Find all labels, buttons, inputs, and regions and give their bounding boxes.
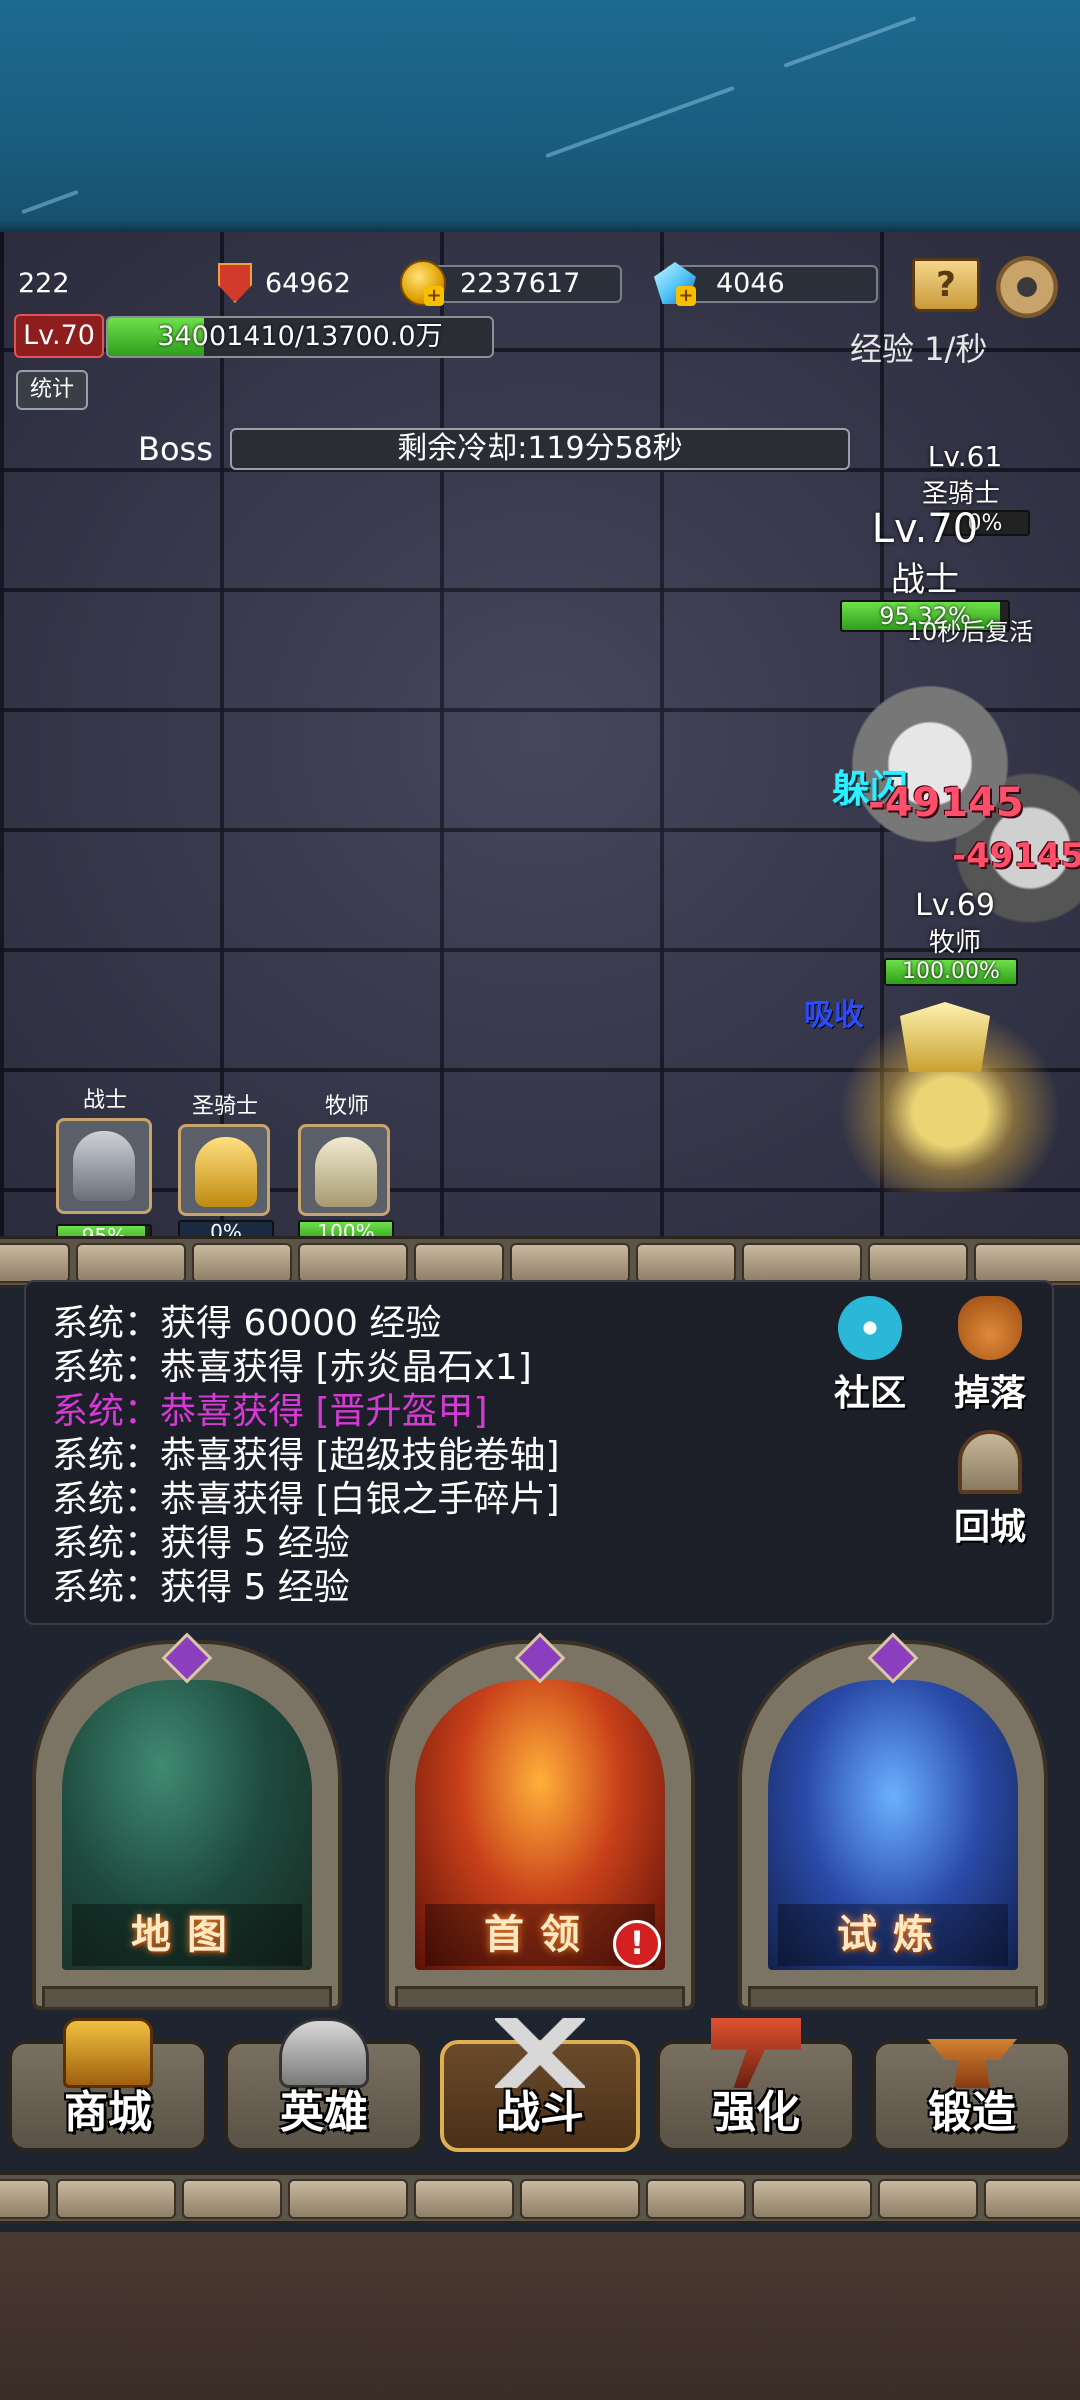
community-button[interactable]: 社区 (820, 1296, 920, 1416)
paladin-level: Lv.61 (927, 440, 1003, 473)
party-warrior-portrait[interactable] (56, 1118, 152, 1214)
tab-forge-label: 锻造 (928, 2087, 1016, 2138)
add-gem-icon[interactable]: + (676, 286, 696, 306)
cross-shield-effect (900, 1002, 990, 1072)
warrior-helmet-icon (73, 1131, 135, 1201)
tab-battle[interactable]: 战斗 (440, 2018, 640, 2152)
player-id: 222 (18, 268, 70, 299)
tab-battle-label: 战斗 (496, 2087, 584, 2138)
boss-cooldown-bar[interactable]: 剩余冷却:119分58秒 (230, 428, 850, 470)
boss-alert-badge: ! (613, 1920, 661, 1968)
gear-icon[interactable] (996, 256, 1058, 318)
party-paladin-portrait[interactable] (178, 1124, 270, 1216)
damage-number-2: -49145 (952, 836, 1080, 876)
stats-button[interactable]: 统计 (16, 370, 88, 410)
gem-value: 4046 (716, 268, 785, 299)
stone-divider-bottom (0, 2172, 1080, 2224)
drops-button[interactable]: 掉落 (940, 1296, 1040, 1416)
battle-scene (0, 232, 1080, 1237)
party-priest-portrait[interactable] (298, 1124, 390, 1216)
priest-level: Lv.69 (915, 888, 995, 923)
log-line: 系统：获得 5 经验 (52, 1567, 350, 1608)
map-card[interactable]: 地图 (32, 1632, 342, 2010)
damage-number-1: -49145 (868, 780, 1024, 826)
party-warrior-name: 战士 (82, 1088, 127, 1113)
tab-shop-label: 商城 (64, 2087, 152, 2138)
return-town-label: 回城 (953, 1507, 1026, 1548)
bottom-floor (0, 2232, 1080, 2400)
paladin-helmet-icon (195, 1137, 257, 1207)
map-label: 地图 (72, 1904, 302, 1966)
power-value: 64962 (265, 268, 351, 299)
tab-enhance[interactable]: 强化 (656, 2018, 856, 2152)
priest-helmet-icon (315, 1137, 377, 1207)
revive-text: 10秒后复活 (906, 618, 1034, 646)
trial-label: 试炼 (778, 1904, 1008, 1966)
absorb-text: 吸收 (804, 998, 864, 1033)
party-priest-name: 牧师 (324, 1094, 369, 1119)
tab-heroes[interactable]: 英雄 (224, 2018, 424, 2152)
exp-rate: 经验 1/秒 (850, 330, 988, 368)
trial-card[interactable]: 试炼 (738, 1632, 1048, 2010)
tab-enhance-label: 强化 (712, 2087, 800, 2138)
tab-forge[interactable]: 锻造 (872, 2039, 1072, 2152)
exp-bar: 34001410/13700.0万 (106, 316, 494, 358)
community-label: 社区 (833, 1373, 906, 1414)
return-town-button[interactable]: 回城 (940, 1430, 1040, 1550)
drops-label: 掉落 (953, 1373, 1026, 1414)
priest-hp-bar: 100.00% (884, 958, 1018, 986)
tab-heroes-label: 英雄 (280, 2087, 368, 2138)
warrior-level: Lv.70 (871, 506, 979, 552)
party-paladin-name: 圣骑士 (191, 1094, 258, 1119)
paladin-name: 圣骑士 (921, 479, 1000, 509)
priest-name: 牧师 (928, 928, 981, 958)
castle-gate-icon (958, 1430, 1022, 1494)
add-gold-icon[interactable]: + (424, 286, 444, 306)
exp-text: 34001410/13700.0万 (157, 321, 443, 352)
help-book-icon[interactable]: ? (912, 258, 980, 312)
warrior-name: 战士 (891, 560, 959, 600)
gem-counter[interactable]: 4046 (666, 265, 878, 303)
player-level: Lv.70 (14, 314, 104, 358)
loot-bag-icon (958, 1296, 1022, 1360)
priest-hp-text: 100.00% (902, 959, 1000, 984)
top-banner (0, 0, 1080, 232)
chat-bubble-icon (838, 1296, 902, 1360)
tab-shop[interactable]: 商城 (8, 2018, 208, 2152)
gold-value: 2237617 (460, 268, 581, 299)
boss-label: Boss (138, 430, 213, 468)
boss-card[interactable]: 首领 ! (385, 1632, 695, 2010)
